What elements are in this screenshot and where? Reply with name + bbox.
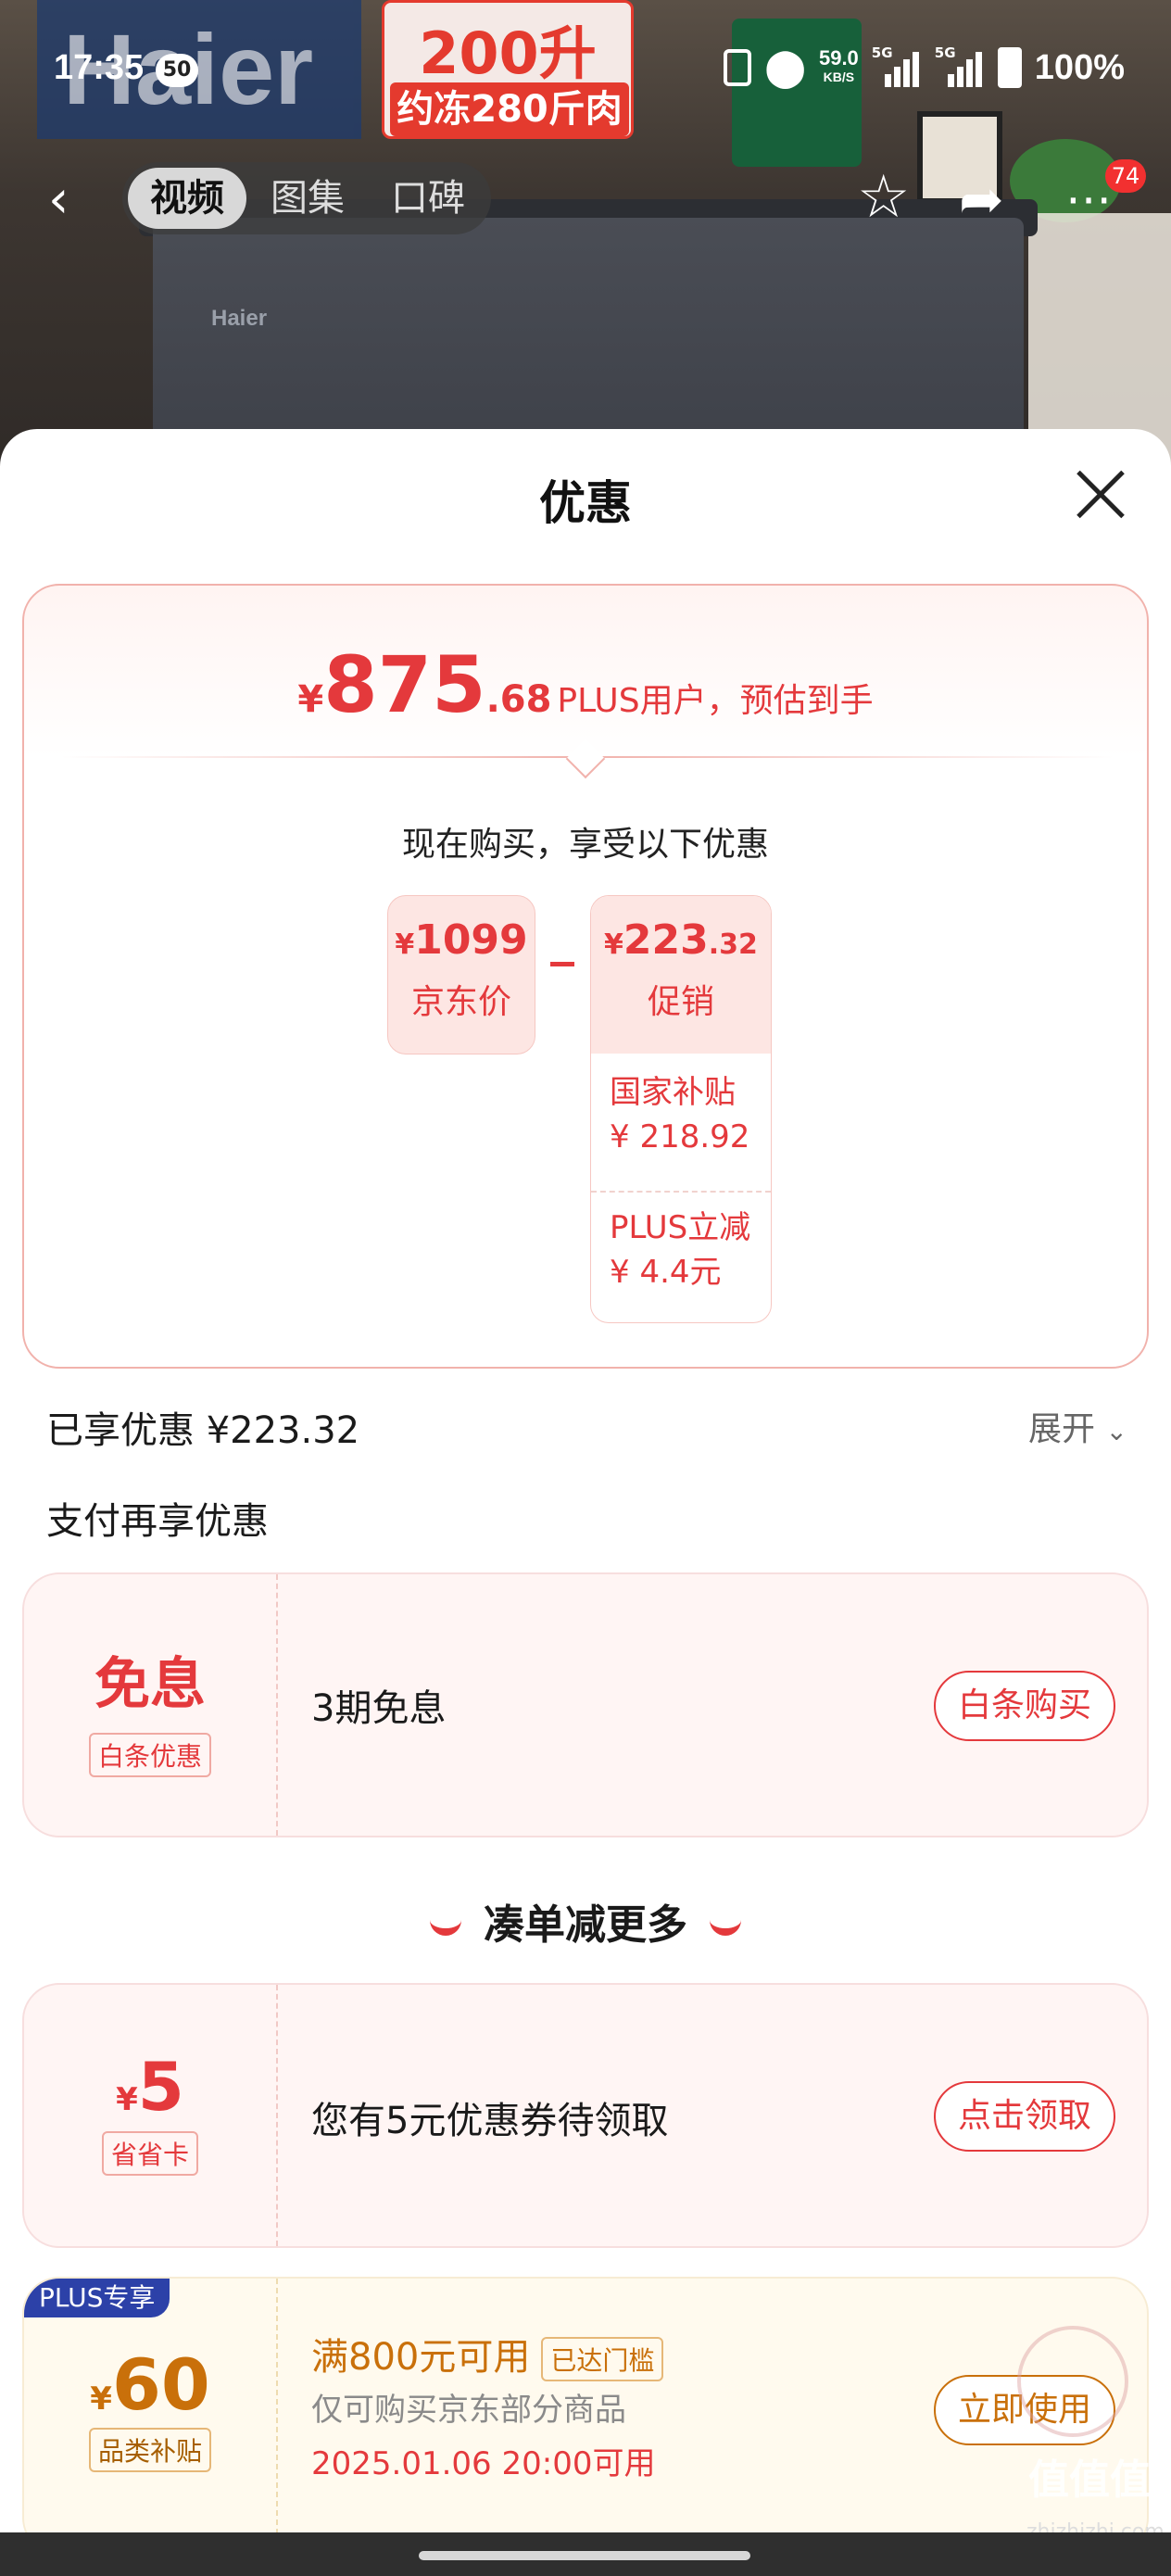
promotion-value: 223 <box>623 916 709 964</box>
estimated-price-integer: 875 <box>323 639 486 730</box>
divider-notch <box>565 739 606 779</box>
plus-amount: ¥60 <box>24 2343 276 2426</box>
chevron-down-icon: ⌄ <box>1105 1416 1127 1446</box>
baitiao-desc: 3期免息 <box>311 1687 447 1730</box>
tab-reviews[interactable]: 口碑 <box>369 168 487 229</box>
promo-item-value: ¥ 218.92 <box>610 1118 750 1155</box>
currency-symbol: ¥ <box>90 2380 112 2418</box>
battery-percent: 100% <box>1034 47 1125 87</box>
saver-coupon-card: ¥5 省省卡 您有5元优惠券待领取 点击领取 <box>22 1983 1149 2248</box>
signal-label: 5G <box>871 44 893 61</box>
divider <box>591 1191 771 1193</box>
promotion-total: ¥223.32 促销 <box>591 896 771 1054</box>
expand-label: 展开 <box>1028 1410 1096 1448</box>
plus-tag: 品类补贴 <box>88 2428 211 2472</box>
status-bar: 17:35 50 ⬤ 59.0 KB/S 5G 5G 100% <box>0 0 1171 139</box>
estimated-price-decimal: .68 <box>485 678 552 721</box>
net-speed: 59.0 KB/S <box>818 46 859 86</box>
notification-count: 50 <box>156 54 198 87</box>
promotion-amount: ¥223.32 <box>591 916 771 964</box>
smile-icon <box>430 1919 461 1936</box>
home-indicator[interactable] <box>419 2551 750 2560</box>
plus-amount-value: 60 <box>111 2343 210 2426</box>
watermark-logo: 值值值 <box>1028 2456 1151 2504</box>
jd-price-amount: ¥1099 <box>388 916 535 964</box>
plus-left: ¥60 品类补贴 <box>24 2279 278 2532</box>
baitiao-left: 免息 白条优惠 <box>24 1574 278 1836</box>
jd-price-label: 京东价 <box>410 983 511 1021</box>
plus-time: 2025.01.06 20:00可用 <box>311 2445 656 2482</box>
promotion-decimal: .32 <box>708 928 758 961</box>
expand-toggle[interactable]: 展开 ⌄ <box>1028 1402 1127 1450</box>
freezer-brand: Haier <box>211 306 268 331</box>
baitiao-tag: 白条优惠 <box>88 1733 211 1777</box>
pay-section-title: 支付再享优惠 <box>46 1500 269 1543</box>
signal-label: 5G <box>934 44 956 61</box>
media-tabs: 视频 图集 口碑 <box>122 162 491 234</box>
status-time: 17:35 <box>54 48 145 87</box>
more-section-title: 凑单减更多 <box>0 1891 1171 1951</box>
saver-left: ¥5 省省卡 <box>24 1985 278 2246</box>
gesture-bar <box>0 2532 1171 2576</box>
favorite-star-icon[interactable]: ☆ <box>857 165 910 230</box>
sheet-title: 优惠 <box>539 476 632 530</box>
net-speed-value: 59.0 <box>818 46 859 69</box>
plus-condition-row: 满800元可用 已达门槛 <box>311 2327 664 2381</box>
saver-tag: 省省卡 <box>101 2131 198 2176</box>
minus-sign <box>550 962 574 966</box>
watermark-seal <box>1017 2326 1128 2437</box>
saver-amount-value: 5 <box>137 2048 184 2126</box>
promo-item-value: ¥ 4.4元 <box>610 1254 722 1291</box>
estimated-price-note: PLUS用户，预估到手 <box>557 682 874 720</box>
jd-price-value: 1099 <box>414 916 528 964</box>
baitiao-headline: 免息 <box>94 1652 206 1717</box>
currency-symbol: ¥ <box>395 928 415 961</box>
promotion-column: ¥223.32 促销 国家补贴 ¥ 218.92 PLUS立减 ¥ 4.4元 <box>590 895 772 1323</box>
buy-now-text: 现在购买，享受以下优惠 <box>401 826 769 864</box>
signal-icon: 5G <box>935 44 985 87</box>
threshold-tag: 已达门槛 <box>541 2337 664 2381</box>
baitiao-card: 免息 白条优惠 3期免息 白条购买 <box>22 1572 1149 1837</box>
cart-badge: 74 <box>1105 159 1146 193</box>
promo-item-name: PLUS立减 <box>610 1209 751 1246</box>
currency-symbol: ¥ <box>297 678 324 721</box>
claim-button[interactable]: 点击领取 <box>933 2081 1115 2152</box>
promo-item-name: 国家补贴 <box>610 1074 736 1111</box>
tab-gallery[interactable]: 图集 <box>248 168 367 229</box>
net-speed-unit: KB/S <box>823 69 855 84</box>
share-icon[interactable]: ➦ <box>959 167 1004 232</box>
plus-scope: 仅可购买京东部分商品 <box>311 2392 626 2429</box>
close-icon[interactable] <box>1075 468 1127 520</box>
saver-desc: 您有5元优惠券待领取 <box>311 2100 669 2142</box>
plus-condition: 满800元可用 <box>311 2336 531 2379</box>
smile-icon <box>710 1919 741 1936</box>
discount-sheet: 优惠 ¥875.68 PLUS用户，预估到手 现在购买，享受以下优惠 ¥1099 … <box>0 429 1171 2532</box>
jd-price-pill: ¥1099 京东价 <box>387 895 535 1054</box>
promo-item-plus: PLUS立减 ¥ 4.4元 <box>610 1206 758 1294</box>
enjoyed-discount: 已享优惠 ¥223.32 <box>46 1409 360 1452</box>
status-icons: ⬤ 59.0 KB/S 5G 5G 100% <box>724 44 1125 91</box>
baitiao-buy-button[interactable]: 白条购买 <box>933 1671 1115 1741</box>
vibrate-icon <box>724 49 752 86</box>
signal-icon: 5G <box>872 44 922 87</box>
promotion-label: 促销 <box>647 983 714 1021</box>
location-icon: ⬤ <box>764 46 806 89</box>
currency-symbol: ¥ <box>604 928 623 961</box>
saver-amount: ¥5 <box>24 2048 276 2126</box>
price-breakdown-card: ¥875.68 PLUS用户，预估到手 现在购买，享受以下优惠 <box>22 584 1149 1369</box>
tab-video[interactable]: 视频 <box>128 168 246 229</box>
currency-symbol: ¥ <box>116 2081 138 2118</box>
more-section-label: 凑单减更多 <box>484 1901 687 1949</box>
estimated-price: ¥875.68 PLUS用户，预估到手 <box>24 639 1147 730</box>
back-icon[interactable]: ‹ <box>48 174 69 226</box>
plus-coupon-card: PLUS专享 ¥60 品类补贴 满800元可用 已达门槛 仅可购买京东部分商品 2… <box>22 2277 1149 2532</box>
promo-item-subsidy: 国家补贴 ¥ 218.92 <box>610 1070 758 1159</box>
battery-icon <box>997 47 1022 88</box>
